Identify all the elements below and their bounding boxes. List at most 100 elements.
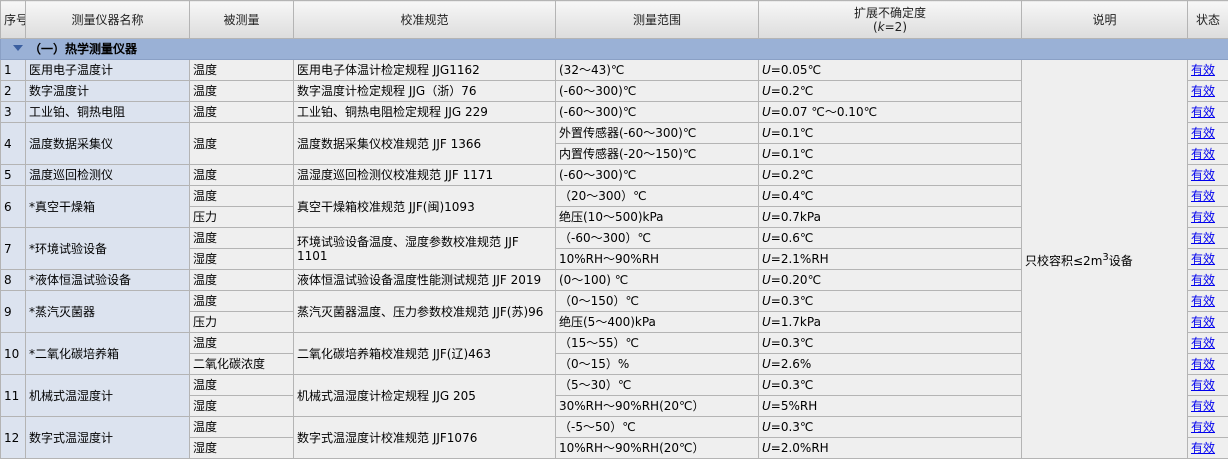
group-header[interactable]: （一）热学测量仪器 [0, 38, 1228, 60]
uncertainty-symbol: U [762, 126, 771, 140]
status-link[interactable]: 有效 [1191, 168, 1215, 182]
header-uncertainty: 扩展不确定度 (k=2) [758, 0, 1022, 39]
header-uncertainty-title: 扩展不确定度 [853, 5, 926, 20]
status-cell: 有效 [1187, 332, 1228, 354]
status-link[interactable]: 有效 [1191, 294, 1215, 308]
uncertainty-value: =0.20℃ [770, 273, 822, 287]
uncertainty-cell: U=0.3℃ [758, 374, 1022, 396]
status-link[interactable]: 有效 [1191, 357, 1215, 371]
status-link[interactable]: 有效 [1191, 399, 1215, 413]
measurement-range: (0～100) ℃ [555, 269, 759, 291]
status-cell: 有效 [1187, 269, 1228, 291]
calibration-spec: 数字温度计检定规程 JJG（浙）76 [293, 80, 556, 102]
calibration-spec: 医用电子体温计检定规程 JJG1162 [293, 59, 556, 81]
status-cell: 有效 [1187, 122, 1228, 144]
status-cell: 有效 [1187, 248, 1228, 270]
status-link[interactable]: 有效 [1191, 252, 1215, 266]
header-note: 说明 [1021, 0, 1188, 39]
measurement-range: 绝压(10～500)kPa [555, 206, 759, 228]
uncertainty-value: =0.07 ℃～0.10℃ [770, 105, 878, 119]
calibration-spec: 蒸汽灭菌器温度、压力参数校准规范 JJF(苏)96 [293, 290, 556, 333]
row-seq: 10 [0, 332, 26, 375]
uncertainty-cell: U=2.1%RH [758, 248, 1022, 270]
instrument-name: 数字式温湿度计 [25, 416, 190, 459]
status-cell: 有效 [1187, 206, 1228, 228]
status-link[interactable]: 有效 [1191, 189, 1215, 203]
measurement-range: (-60～300)℃ [555, 164, 759, 186]
status-cell: 有效 [1187, 290, 1228, 312]
calibration-spec: 温度数据采集仪校准规范 JJF 1366 [293, 122, 556, 165]
row-seq: 3 [0, 101, 26, 123]
status-cell: 有效 [1187, 143, 1228, 165]
row-seq: 6 [0, 185, 26, 228]
uncertainty-value: =0.7kPa [770, 210, 821, 224]
status-cell: 有效 [1187, 374, 1228, 396]
measured-quantity: 温度 [189, 269, 294, 291]
measurement-range: （-60～300）℃ [555, 227, 759, 249]
collapse-triangle-icon[interactable] [13, 45, 23, 51]
header-range: 测量范围 [555, 0, 759, 39]
uncertainty-symbol: U [762, 168, 771, 182]
header-uncertainty-k: k [877, 19, 885, 34]
status-link[interactable]: 有效 [1191, 336, 1215, 350]
uncertainty-value: =0.3℃ [770, 420, 814, 434]
table-row: 1 医用电子温度计 温度 医用电子体温计检定规程 JJG1162 (32～43)℃ U=0… [0, 59, 1228, 459]
measured-quantity: 温度 [189, 59, 294, 81]
uncertainty-symbol: U [762, 315, 771, 329]
measurement-range: 10%RH～90%RH(20℃） [555, 437, 759, 459]
row-seq: 12 [0, 416, 26, 459]
status-link[interactable]: 有效 [1191, 147, 1215, 161]
instrument-name: 医用电子温度计 [25, 59, 190, 81]
uncertainty-symbol: U [762, 273, 771, 287]
status-link[interactable]: 有效 [1191, 63, 1215, 77]
header-spec: 校准规范 [293, 0, 556, 39]
status-link[interactable]: 有效 [1191, 126, 1215, 140]
uncertainty-cell: U=0.7kPa [758, 206, 1022, 228]
uncertainty-cell: U=0.3℃ [758, 290, 1022, 312]
uncertainty-value: =0.4℃ [770, 189, 814, 203]
calibration-spec: 工业铂、铜热电阻检定规程 JJG 229 [293, 101, 556, 123]
calibration-spec: 环境试验设备温度、湿度参数校准规范 JJF 1101 [293, 227, 556, 270]
instrument-name: 温度数据采集仪 [25, 122, 190, 165]
uncertainty-value: =0.2℃ [770, 84, 814, 98]
status-link[interactable]: 有效 [1191, 210, 1215, 224]
uncertainty-symbol: U [762, 357, 771, 371]
uncertainty-symbol: U [762, 252, 771, 266]
status-cell: 有效 [1187, 164, 1228, 186]
uncertainty-value: =0.1℃ [770, 126, 814, 140]
status-link[interactable]: 有效 [1191, 105, 1215, 119]
uncertainty-cell: U=5%RH [758, 395, 1022, 417]
status-link[interactable]: 有效 [1191, 315, 1215, 329]
status-link[interactable]: 有效 [1191, 441, 1215, 455]
status-link[interactable]: 有效 [1191, 420, 1215, 434]
header-name: 测量仪器名称 [25, 0, 190, 39]
uncertainty-symbol: U [762, 63, 771, 77]
uncertainty-cell: U=0.2℃ [758, 80, 1022, 102]
status-cell: 有效 [1187, 80, 1228, 102]
row-seq: 5 [0, 164, 26, 186]
uncertainty-cell: U=1.7kPa [758, 311, 1022, 333]
status-cell: 有效 [1187, 101, 1228, 123]
group-row[interactable]: （一）热学测量仪器 [0, 38, 1228, 60]
instrument-name: *蒸汽灭菌器 [25, 290, 190, 333]
measurement-range: （5～30）℃ [555, 374, 759, 396]
uncertainty-value: =0.05℃ [770, 63, 822, 77]
note-text: 只校容积≤2m [1025, 253, 1103, 268]
status-link[interactable]: 有效 [1191, 273, 1215, 287]
uncertainty-value: =2.6% [770, 357, 812, 371]
instrument-name: *真空干燥箱 [25, 185, 190, 228]
uncertainty-symbol: U [762, 84, 771, 98]
status-link[interactable]: 有效 [1191, 231, 1215, 245]
status-link[interactable]: 有效 [1191, 378, 1215, 392]
status-link[interactable]: 有效 [1191, 84, 1215, 98]
uncertainty-symbol: U [762, 399, 771, 413]
uncertainty-cell: U=0.1℃ [758, 122, 1022, 144]
measured-quantity: 温度 [189, 332, 294, 354]
uncertainty-symbol: U [762, 189, 771, 203]
uncertainty-value: =0.3℃ [770, 294, 814, 308]
calibration-spec: 机械式温湿度计检定规程 JJG 205 [293, 374, 556, 417]
group-label: （一）热学测量仪器 [29, 42, 138, 56]
header-uncertainty-k-suffix: =2) [884, 19, 907, 34]
instrument-name: *环境试验设备 [25, 227, 190, 270]
measurement-range: (-60～300)℃ [555, 80, 759, 102]
